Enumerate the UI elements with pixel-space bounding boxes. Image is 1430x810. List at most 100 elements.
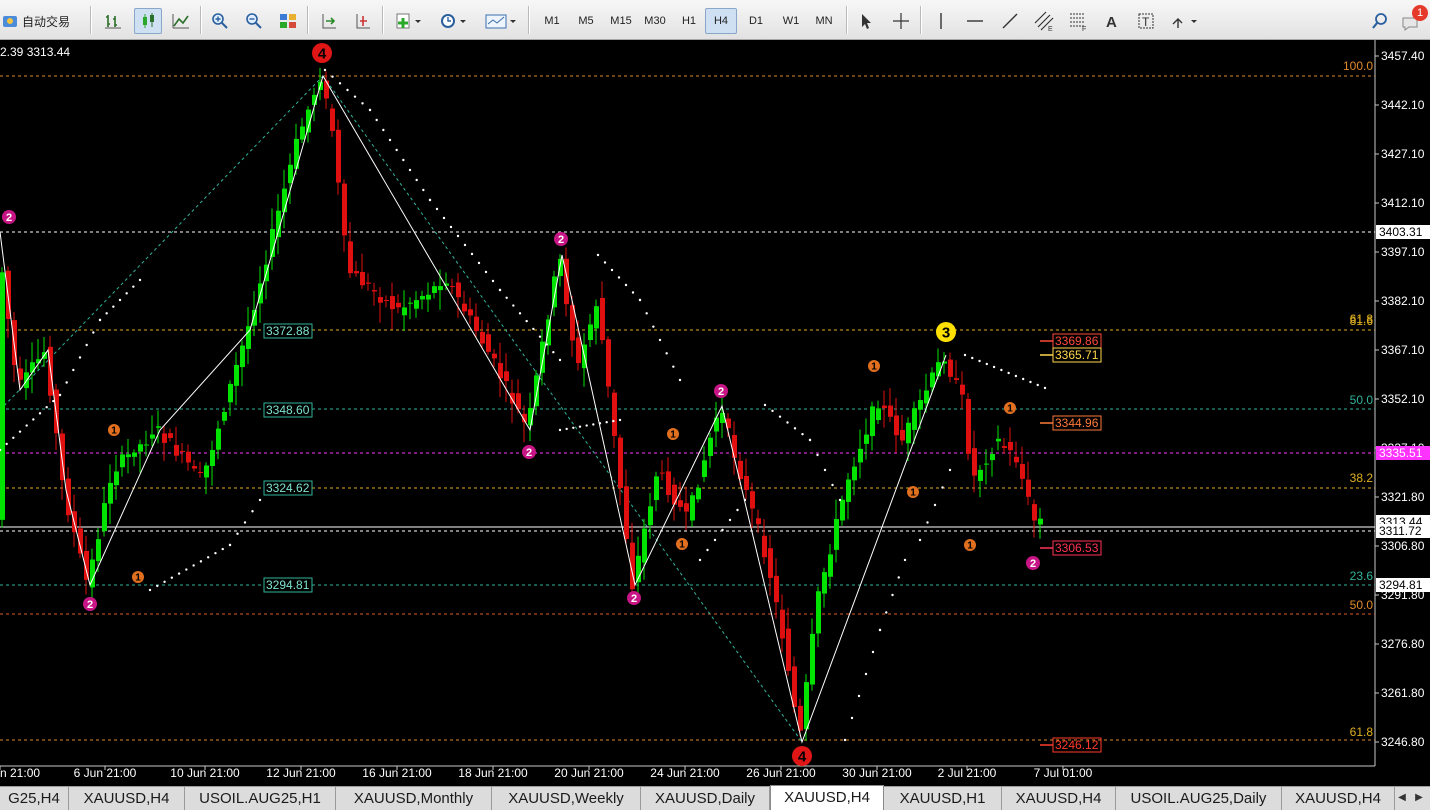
tile-windows-button[interactable]	[275, 8, 301, 34]
price-chart[interactable]: 3457.40 3442.10 3427.10 3412.10 3397.10 3382.…	[0, 40, 1430, 786]
candle-body	[744, 476, 749, 490]
line-chart-button[interactable]	[168, 8, 194, 34]
chart-tab[interactable]: XAUUSD,H4	[770, 785, 884, 810]
timeframe-m15[interactable]: M15	[605, 8, 637, 34]
autotrade-button[interactable]: 自动交易	[1, 8, 85, 34]
horizontal-line-button[interactable]	[962, 8, 988, 34]
chart-tab[interactable]: XAUUSD,H4	[69, 787, 185, 810]
timeframe-mn[interactable]: MN	[808, 8, 840, 34]
sar-dot	[382, 128, 385, 132]
candle-body	[756, 518, 761, 525]
sar-dot	[58, 393, 62, 397]
time-axis-label: 20 Jun 21:00	[554, 766, 624, 780]
wave-marker-label: 4	[798, 748, 807, 765]
candle-body	[606, 339, 611, 387]
timeframe-h4[interactable]: H4	[705, 8, 737, 34]
search-button[interactable]	[1367, 8, 1393, 34]
price-axis-label: 3382.10	[1381, 294, 1425, 308]
sar-dot	[221, 547, 224, 551]
candle-body	[654, 476, 659, 501]
horizontal-line-icon	[967, 20, 983, 22]
channel-icon: E	[1034, 11, 1054, 31]
bar-chart-button[interactable]	[100, 8, 126, 34]
chart-shift-button[interactable]	[350, 8, 376, 34]
cursor-button[interactable]	[853, 8, 879, 34]
candle-body	[168, 433, 173, 438]
chart-tab[interactable]: XAUUSD,Daily	[641, 787, 770, 810]
chart-tab[interactable]: USOIL.AUG25,H1	[185, 787, 336, 810]
sar-dot	[672, 365, 675, 368]
sar-dot	[816, 453, 819, 457]
chart-tab[interactable]: XAUUSD,Monthly	[336, 787, 492, 810]
wave-marker-label: 1	[679, 540, 685, 551]
tab-scroll-right-arrow[interactable]: ▶	[1412, 791, 1426, 805]
periods-button[interactable]	[434, 8, 474, 34]
line-chart-icon	[172, 14, 189, 29]
timeframe-w1[interactable]: W1	[775, 8, 807, 34]
crosshair-button[interactable]	[888, 8, 914, 34]
chart-canvas[interactable]: 3457.40 3442.10 3427.10 3412.10 3397.10 3382.…	[0, 40, 1430, 786]
chart-tab[interactable]: G25,H4	[0, 787, 69, 810]
svg-text:A: A	[1106, 14, 1117, 30]
chart-tab[interactable]: XAUUSD,H4	[1282, 787, 1395, 810]
candle-body	[612, 392, 617, 436]
zoom-in-button[interactable]	[207, 8, 233, 34]
chart-tab[interactable]: USOIL.AUG25,Daily	[1116, 787, 1282, 810]
timeframe-d1[interactable]: D1	[740, 8, 772, 34]
text-label-button[interactable]: T	[1133, 8, 1159, 34]
sar-dot	[565, 427, 568, 431]
sar-dot	[713, 538, 717, 542]
sar-dot	[612, 419, 615, 423]
candle-body	[126, 454, 131, 458]
autotrade-label: 自动交易	[22, 14, 71, 29]
axis-price-badge: 3403.31	[1376, 225, 1430, 239]
candle-body	[474, 316, 479, 332]
fibonacci-button[interactable]: F	[1065, 8, 1091, 34]
timeframe-m5[interactable]: M5	[570, 8, 602, 34]
candle-body	[66, 478, 71, 516]
candle-body	[228, 383, 233, 403]
templates-button[interactable]	[480, 8, 524, 34]
time-axis-label: 16 Jun 21:00	[362, 766, 432, 780]
wave-marker-label: 2	[1030, 558, 1036, 570]
autoscroll-button[interactable]	[316, 8, 342, 34]
sar-dot	[624, 283, 628, 287]
timeframe-m1[interactable]: M1	[536, 8, 568, 34]
candle-body	[882, 405, 887, 409]
candle-body	[198, 471, 203, 473]
wave-count-marker: 2	[1026, 556, 1040, 570]
indicators-button[interactable]	[390, 8, 428, 34]
candle-body	[120, 454, 125, 468]
chart-tab[interactable]: XAUUSD,H4	[1002, 787, 1116, 810]
vertical-line-button[interactable]	[928, 8, 954, 34]
price-axis-label: 3367.10	[1381, 343, 1425, 357]
notifications-button[interactable]: 1	[1399, 5, 1430, 34]
candle-body	[402, 307, 407, 316]
timeframe-m30[interactable]: M30	[639, 8, 671, 34]
equidistant-channel-button[interactable]: E	[1031, 8, 1057, 34]
candle-body	[996, 438, 1001, 442]
sar-dot	[415, 178, 418, 182]
sar-dot	[843, 738, 847, 742]
price-box-label: 3344.96	[1055, 416, 1099, 430]
candle-body	[702, 460, 707, 477]
clock-icon	[441, 14, 466, 28]
time-axis-label: n 21:00	[0, 766, 40, 780]
sar-dot	[864, 672, 868, 676]
sar-dot	[177, 572, 181, 575]
trendline-button[interactable]	[997, 8, 1023, 34]
timeframe-h1[interactable]: H1	[673, 8, 705, 34]
chart-tab[interactable]: XAUUSD,H1	[884, 787, 1002, 810]
fib-percent-label: 23.6	[1350, 569, 1374, 583]
candle-body	[360, 271, 365, 286]
zoom-out-button[interactable]	[241, 8, 267, 34]
sar-dot	[978, 359, 981, 363]
tab-scroll-left-arrow[interactable]: ◀	[1395, 791, 1409, 805]
text-button[interactable]: A	[1099, 8, 1125, 34]
sar-dot	[592, 423, 595, 426]
candle-chart-button[interactable]	[134, 8, 162, 34]
arrows-button[interactable]	[1168, 8, 1204, 34]
chart-tab[interactable]: XAUUSD,Weekly	[492, 787, 641, 810]
sar-dot	[645, 312, 648, 315]
sar-dot	[449, 225, 453, 229]
